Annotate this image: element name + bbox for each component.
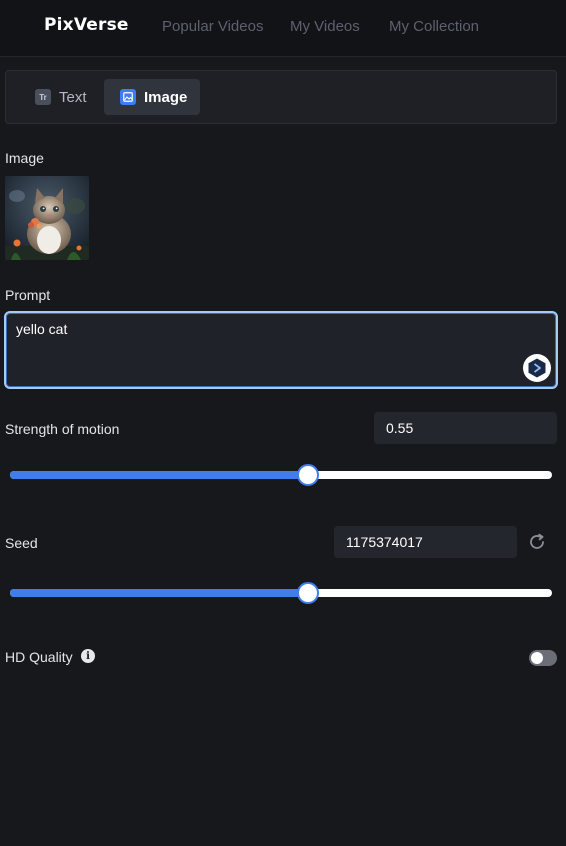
slider-handle[interactable] — [297, 582, 320, 604]
nav-link-popular-videos[interactable]: Popular Videos — [162, 18, 263, 35]
prompt-enhance-icon — [528, 358, 546, 378]
logo[interactable]: PixVerse — [44, 15, 129, 35]
tab-image[interactable]: Image — [104, 79, 200, 115]
refresh-icon — [530, 533, 544, 549]
prompt-label: Prompt — [5, 287, 51, 303]
tab-text-label: Text — [59, 88, 87, 106]
prompt-input[interactable] — [16, 321, 516, 377]
info-icon[interactable]: i — [81, 649, 95, 663]
hd-quality-toggle[interactable] — [529, 650, 557, 666]
mode-tab-bar: Tr Text Image — [5, 70, 557, 124]
motion-slider[interactable] — [10, 463, 552, 487]
nav-link-my-videos[interactable]: My Videos — [290, 18, 360, 35]
motion-value-input[interactable]: 0.55 — [374, 412, 557, 444]
text-type-icon: Tr — [35, 89, 51, 105]
nav-link-my-collection[interactable]: My Collection — [389, 18, 479, 35]
hd-quality-label: HD Quality — [5, 649, 73, 665]
image-icon — [120, 89, 136, 105]
prompt-box — [4, 311, 558, 389]
prompt-enhance-button[interactable] — [523, 354, 551, 382]
seed-slider[interactable] — [10, 581, 552, 605]
slider-fill — [10, 471, 309, 479]
kitten-photo — [5, 176, 89, 260]
tab-text[interactable]: Tr Text — [23, 79, 105, 115]
slider-handle[interactable] — [297, 464, 320, 486]
seed-label: Seed — [5, 535, 38, 551]
seed-value-input[interactable]: 1175374017 — [334, 526, 517, 558]
tab-image-label: Image — [144, 88, 188, 106]
refresh-seed-button[interactable] — [527, 532, 547, 552]
image-label: Image — [5, 150, 44, 166]
image-thumbnail[interactable] — [5, 176, 89, 260]
toggle-knob — [531, 652, 543, 664]
slider-fill — [10, 589, 309, 597]
top-navigation: PixVerse Popular Videos My Videos My Col… — [0, 0, 566, 57]
motion-label: Strength of motion — [5, 421, 120, 437]
